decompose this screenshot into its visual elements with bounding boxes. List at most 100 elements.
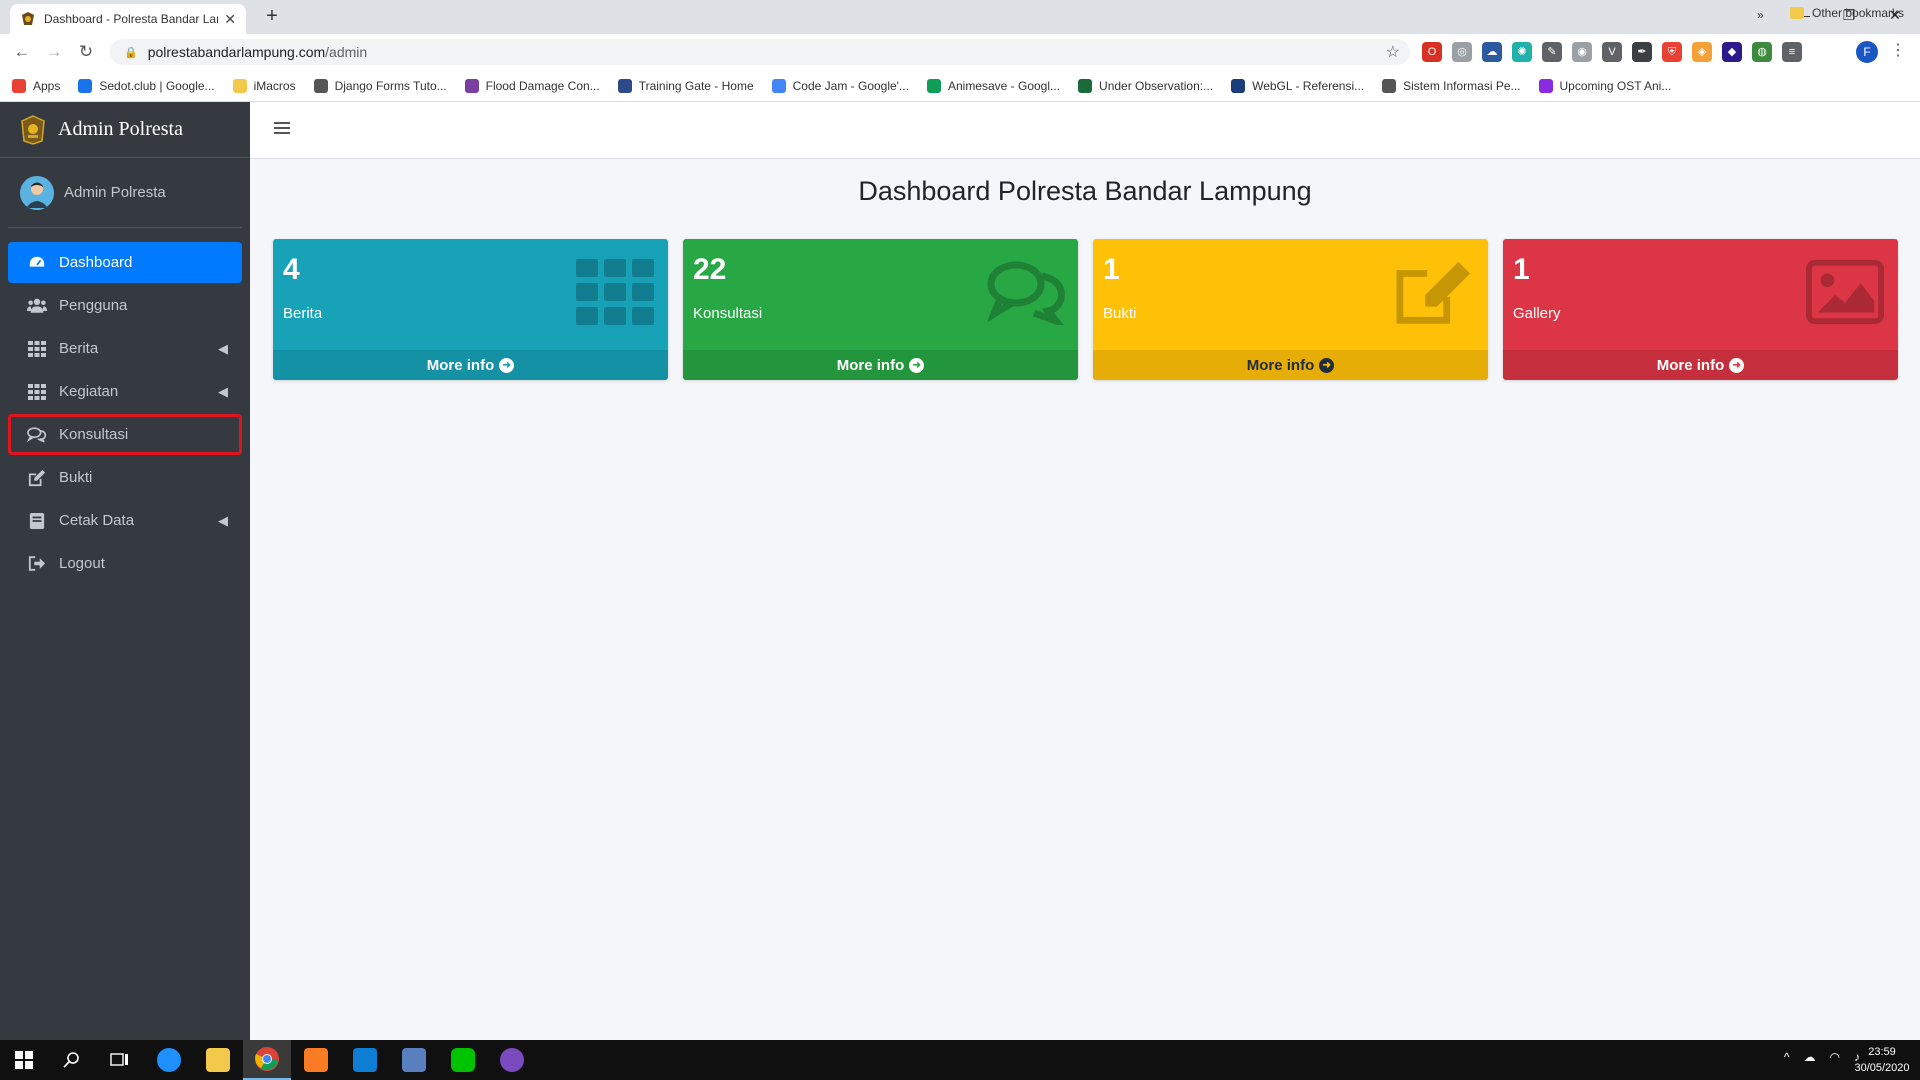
- network-app-icon[interactable]: [390, 1040, 438, 1080]
- bookmark-label: Django Forms Tuto...: [334, 78, 447, 93]
- address-bar[interactable]: 🔒 polrestabandarlampung.com/admin ☆: [110, 39, 1410, 65]
- sidebar-item-label: Konsultasi: [59, 426, 129, 443]
- bookmark-label: Training Gate - Home: [638, 78, 754, 93]
- bookmark-item[interactable]: Sistem Informasi Pe...: [1382, 78, 1521, 93]
- browser-menu-icon[interactable]: ⋮: [1890, 40, 1906, 60]
- bookmark-item[interactable]: Code Jam - Google'...: [771, 78, 909, 93]
- wifi-icon[interactable]: ◠: [1830, 1050, 1840, 1064]
- sidebar: Admin Polresta Admin Polresta Dashboard P…: [0, 102, 250, 1040]
- windows-start-icon[interactable]: [0, 1040, 48, 1080]
- bookmark-item[interactable]: iMacros: [232, 78, 296, 93]
- bookmark-item[interactable]: Upcoming OST Ani...: [1538, 78, 1671, 93]
- bookmark-item[interactable]: Under Observation:...: [1078, 78, 1214, 93]
- opera-extension-icon[interactable]: O: [1422, 42, 1442, 62]
- url-domain: polrestabandarlampung.com: [147, 44, 326, 60]
- more-info-link[interactable]: More info ➜: [1093, 350, 1488, 380]
- bookmark-item[interactable]: Flood Damage Con...: [464, 78, 600, 93]
- sidebar-item-konsultasi[interactable]: Konsultasi: [8, 414, 242, 455]
- earth-extension-icon[interactable]: ◍: [1752, 42, 1772, 62]
- task-view-icon[interactable]: [96, 1040, 144, 1080]
- honey-extension-icon[interactable]: ◈: [1692, 42, 1712, 62]
- pen-extension-icon[interactable]: ✒: [1632, 42, 1652, 62]
- sidebar-item-label: Bukti: [59, 469, 93, 486]
- tab-title: Dashboard - Polresta Bandar Lampung: [44, 12, 218, 26]
- sidebar-item-logout[interactable]: Logout: [8, 543, 242, 584]
- bookmark-item[interactable]: Sedot.club | Google...: [78, 78, 215, 93]
- react-extension-icon[interactable]: ✺: [1512, 42, 1532, 62]
- search-icon[interactable]: [48, 1040, 96, 1080]
- more-info-label: More info: [426, 356, 495, 374]
- shield-extension-icon[interactable]: ⛨: [1662, 42, 1682, 62]
- chrome-icon[interactable]: [243, 1040, 291, 1080]
- back-button[interactable]: ←: [10, 41, 34, 63]
- bookmarks-bar: Apps Sedot.club | Google... iMacros Django …: [0, 70, 1920, 102]
- eyedropper-extension-icon[interactable]: ✎: [1542, 42, 1562, 62]
- bookmark-item[interactable]: Training Gate - Home: [617, 78, 754, 93]
- sidebar-item-berita[interactable]: Berita ◀: [8, 328, 242, 369]
- main-content: Dashboard Polresta Bandar Lampung 4 Berit…: [250, 159, 1920, 1040]
- bookmark-label: Sedot.club | Google...: [99, 78, 215, 93]
- sidebar-item-dashboard[interactable]: Dashboard: [8, 242, 242, 283]
- more-info-link[interactable]: More info ➜: [683, 350, 1078, 380]
- other-bookmarks-label: Other bookmarks: [1812, 6, 1905, 20]
- bookmark-item[interactable]: Django Forms Tuto...: [313, 78, 447, 93]
- other-bookmarks-button[interactable]: Other bookmarks: [1790, 6, 1904, 20]
- globe-extension-icon[interactable]: ◎: [1452, 42, 1472, 62]
- more-info-link[interactable]: More info ➜: [1503, 350, 1898, 380]
- bookmark-label: Under Observation:...: [1099, 78, 1214, 93]
- xampp-icon[interactable]: [292, 1040, 340, 1080]
- bookmark-label: iMacros: [253, 78, 296, 93]
- vue-extension-icon[interactable]: V: [1602, 42, 1622, 62]
- bookmark-item[interactable]: Apps: [12, 78, 60, 93]
- file-explorer-icon[interactable]: [194, 1040, 242, 1080]
- stat-card-bukti: 1 Bukti More info ➜: [1093, 239, 1488, 380]
- new-tab-button[interactable]: +: [260, 5, 284, 28]
- more-info-link[interactable]: More info ➜: [273, 350, 668, 380]
- chevron-up-icon[interactable]: ^: [1784, 1050, 1790, 1064]
- bookmark-label: WebGL - Referensi...: [1252, 78, 1365, 93]
- sidebar-item-cetak-data[interactable]: Cetak Data ◀: [8, 500, 242, 541]
- browser-tab-bar: Dashboard - Polresta Bandar Lampung ✕ + …: [0, 0, 1920, 34]
- purple-app-icon[interactable]: [488, 1040, 536, 1080]
- bookmark-label: Animesave - Googl...: [947, 78, 1061, 93]
- comments-icon: [986, 259, 1067, 329]
- sign-out-icon: [27, 554, 47, 574]
- system-tray: ^ ☁ ◠ ♪: [1784, 1050, 1860, 1064]
- reload-button[interactable]: ↻: [74, 41, 98, 63]
- tab-close-icon[interactable]: ✕: [224, 11, 236, 28]
- edge-icon[interactable]: [145, 1040, 193, 1080]
- line-icon[interactable]: [439, 1040, 487, 1080]
- sidebar-item-kegiatan[interactable]: Kegiatan ◀: [8, 371, 242, 412]
- sidebar-item-pengguna[interactable]: Pengguna: [8, 285, 242, 326]
- stat-count: 4: [283, 253, 300, 286]
- arrow-circle-right-icon: ➜: [1729, 357, 1745, 373]
- clock[interactable]: 23:59 30/05/2020: [1852, 1044, 1912, 1076]
- bookmark-item[interactable]: WebGL - Referensi...: [1231, 78, 1365, 93]
- stat-label: Bukti: [1103, 305, 1137, 322]
- cloud-extension-icon[interactable]: ☁: [1482, 42, 1502, 62]
- vscode-icon[interactable]: [341, 1040, 389, 1080]
- playlist-extension-icon[interactable]: ≡: [1782, 42, 1802, 62]
- stat-count: 22: [693, 253, 727, 286]
- profile-avatar[interactable]: F: [1856, 41, 1878, 63]
- book-icon: [27, 511, 47, 531]
- diamond-extension-icon[interactable]: ◆: [1722, 42, 1742, 62]
- folder-icon: [1790, 7, 1804, 19]
- chevron-left-icon: ◀: [218, 383, 228, 399]
- apps-grid-icon: [12, 78, 26, 93]
- user-panel[interactable]: Admin Polresta: [8, 158, 242, 228]
- browser-tab[interactable]: Dashboard - Polresta Bandar Lampung ✕: [10, 4, 246, 34]
- hamburger-menu-icon[interactable]: [274, 120, 290, 136]
- camera-extension-icon[interactable]: ◉: [1572, 42, 1592, 62]
- bookmark-star-icon[interactable]: ☆: [1386, 42, 1400, 62]
- bookmark-favicon-icon: [1231, 78, 1246, 93]
- forward-button[interactable]: →: [42, 41, 66, 63]
- th-grid-icon: [27, 339, 47, 359]
- arrow-circle-right-icon: ➜: [499, 357, 515, 373]
- sidebar-item-bukti[interactable]: Bukti: [8, 457, 242, 498]
- tachometer-icon: [27, 253, 47, 273]
- bookmark-item[interactable]: Animesave - Googl...: [926, 78, 1061, 93]
- brand-link[interactable]: Admin Polresta: [0, 102, 250, 158]
- bookmarks-overflow-button[interactable]: »: [1757, 8, 1764, 22]
- onedrive-icon[interactable]: ☁: [1804, 1050, 1816, 1064]
